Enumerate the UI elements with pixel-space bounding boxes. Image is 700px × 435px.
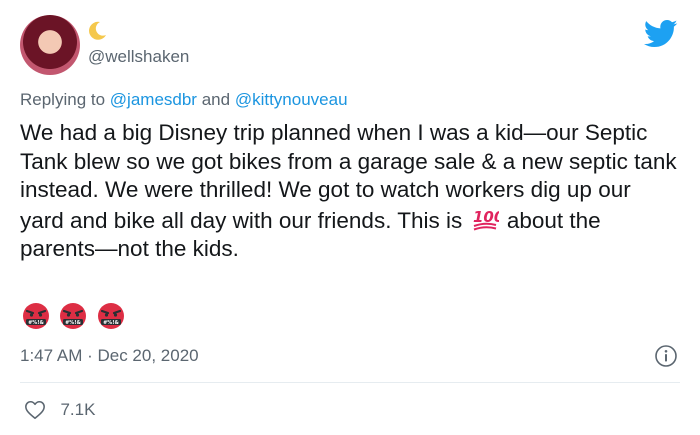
info-icon[interactable] [654, 344, 678, 368]
tweet-timestamp[interactable]: 1:47 AM · Dec 20, 2020 [20, 346, 199, 366]
angry-cursing-face-icon: #%!& [60, 303, 87, 329]
crescent-moon-icon [89, 21, 106, 40]
mention-link-kittynouveau[interactable]: @kittynouveau [235, 90, 348, 109]
author-handle[interactable]: @wellshaken [88, 47, 189, 67]
like-button[interactable]: 7.1K [24, 399, 95, 421]
mention-link-jamesdbr[interactable]: @jamesdbr [110, 90, 197, 109]
hundred-points-icon: 100 [473, 208, 499, 230]
tweet-text: We had a big Disney trip planned when I … [20, 119, 680, 264]
replying-to-joiner: and [201, 90, 231, 109]
angry-cursing-face-icon: #%!& [97, 303, 124, 329]
divider [20, 382, 680, 383]
svg-text:#%!&: #%!& [103, 320, 119, 326]
svg-text:#%!&: #%!& [66, 320, 82, 326]
twitter-bird-icon[interactable] [644, 19, 678, 49]
svg-text:#%!&: #%!& [28, 320, 44, 326]
avatar[interactable] [20, 15, 80, 75]
replying-to-label: Replying to [20, 90, 106, 109]
replying-to: Replying to @jamesdbr and @kittynouveau [20, 90, 348, 110]
heart-icon[interactable] [24, 399, 46, 421]
like-count: 7.1K [60, 400, 96, 419]
emoji-row: #%!& #%!& #%!& [22, 302, 130, 330]
angry-cursing-face-icon: #%!& [23, 303, 49, 329]
